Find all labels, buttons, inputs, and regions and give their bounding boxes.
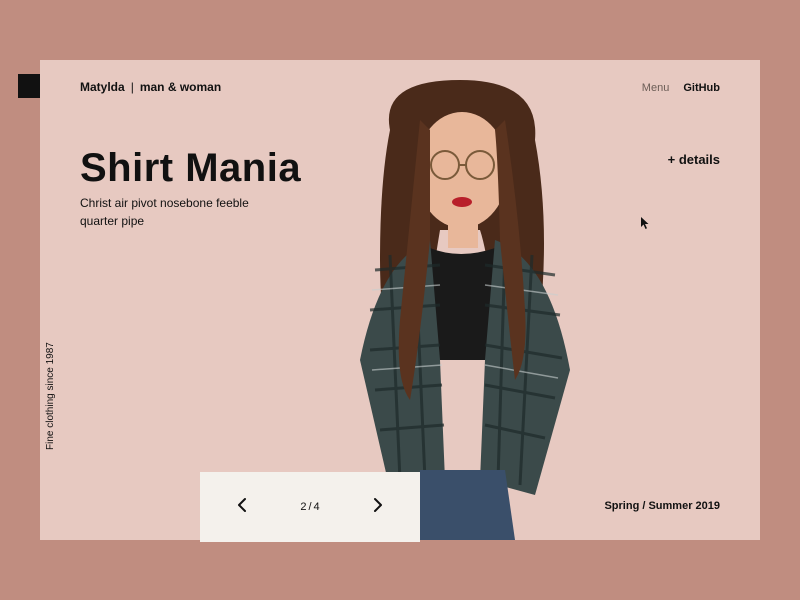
brand-separator: | (131, 80, 134, 94)
page-card: Matylda | man & woman Slide Out Box Menu… (40, 60, 760, 540)
pager-total: 4 (314, 501, 320, 513)
prev-button[interactable] (230, 491, 254, 523)
chevron-right-icon (372, 497, 384, 513)
side-tagline: Fine clothing since 1987 (45, 342, 56, 450)
github-link[interactable]: GitHub (683, 82, 720, 94)
chevron-left-icon (236, 497, 248, 513)
pager-current: 2 (300, 501, 306, 513)
pager: 2 / 4 (200, 472, 420, 542)
hero-photo (280, 60, 640, 540)
brand-name[interactable]: Matylda (80, 80, 125, 94)
cursor-icon (640, 216, 650, 233)
brand-sub: man & woman (140, 80, 221, 94)
brand-header: Matylda | man & woman (80, 80, 221, 94)
hero-subtitle: Christ air pivot nosebone feeble quarter… (80, 194, 280, 230)
season-label: Spring / Summer 2019 (604, 500, 720, 512)
nav-label[interactable]: Slide Out Box Menu (571, 82, 669, 94)
hero-title: Shirt Mania (80, 146, 301, 191)
accent-block (18, 74, 40, 98)
pager-separator: / (308, 501, 311, 513)
details-link[interactable]: + details (668, 152, 720, 167)
back-arrow-icon[interactable] (519, 83, 533, 93)
header-right: Slide Out Box Menu GitHub (519, 80, 720, 95)
drop-icon[interactable] (547, 80, 557, 95)
next-button[interactable] (366, 491, 390, 523)
pager-count: 2 / 4 (300, 501, 319, 513)
